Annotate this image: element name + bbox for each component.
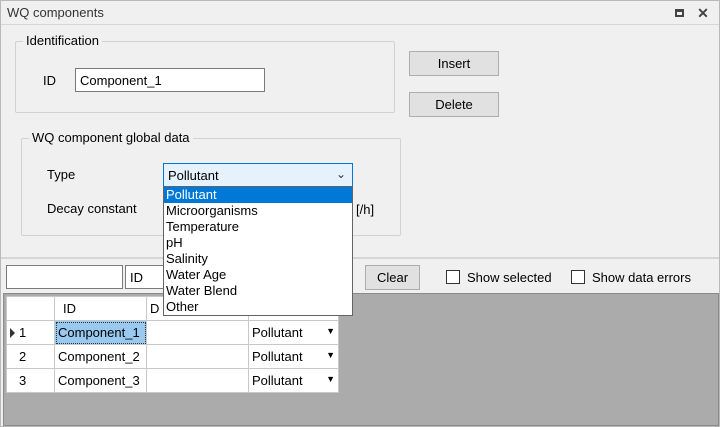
wq-components-window: WQ components ✕ Identification ID Insert…: [0, 0, 720, 427]
show-data-errors-checkbox[interactable]: [571, 270, 585, 284]
cell-id[interactable]: Component_3: [54, 368, 147, 393]
decay-constant-label: Decay constant: [47, 201, 137, 216]
window-title: WQ components: [7, 5, 104, 20]
cell-decay[interactable]: [146, 344, 249, 369]
type-dropdown-list: Pollutant Microorganisms Temperature pH …: [163, 186, 353, 316]
grid-toolbar: ID Clear Show selected Show data errors: [1, 259, 719, 293]
cell-type-value: Pollutant: [252, 325, 303, 340]
type-option[interactable]: pH: [164, 235, 352, 251]
type-option[interactable]: Temperature: [164, 219, 352, 235]
type-option[interactable]: Microorganisms: [164, 203, 352, 219]
id-label: ID: [43, 73, 56, 88]
cell-type[interactable]: Pollutant ▼: [248, 368, 339, 393]
row-header[interactable]: 1: [6, 320, 55, 345]
decay-unit-label: [/h]: [356, 202, 375, 217]
row-pointer-icon: [10, 327, 15, 338]
column-header-id[interactable]: ID: [54, 296, 147, 321]
type-label: Type: [47, 167, 76, 182]
cell-id[interactable]: Component_2: [54, 344, 147, 369]
type-option[interactable]: Other: [164, 299, 352, 315]
cell-type-value: Pollutant: [252, 373, 303, 388]
insert-button[interactable]: Insert: [409, 51, 499, 76]
delete-button[interactable]: Delete: [409, 92, 499, 117]
table-row[interactable]: 2 Component_2 Pollutant ▼: [6, 344, 339, 369]
show-selected-checkbox[interactable]: [446, 270, 460, 284]
cell-id[interactable]: Component_1: [54, 320, 147, 345]
row-number: 2: [19, 349, 27, 364]
type-select-value: Pollutant: [168, 168, 219, 183]
grid-corner-header: [6, 296, 55, 321]
type-option[interactable]: Water Age: [164, 267, 352, 283]
title-bar: WQ components ✕: [1, 1, 719, 25]
dropdown-arrow-icon[interactable]: ▼: [326, 350, 335, 360]
identification-legend: Identification: [23, 33, 102, 48]
close-button[interactable]: ✕: [694, 4, 712, 22]
row-number: 3: [19, 373, 27, 388]
dropdown-arrow-icon[interactable]: ▼: [326, 326, 335, 336]
id-field[interactable]: [75, 68, 265, 92]
dropdown-arrow-icon[interactable]: ▼: [326, 374, 335, 384]
table-row[interactable]: 1 Component_1 Pollutant ▼: [6, 320, 339, 345]
restore-button[interactable]: [670, 4, 688, 22]
cell-type[interactable]: Pollutant ▼: [248, 344, 339, 369]
table-row[interactable]: 3 Component_3 Pollutant ▼: [6, 368, 339, 393]
show-selected-label: Show selected: [467, 270, 552, 285]
show-data-errors-label: Show data errors: [592, 270, 691, 285]
type-option[interactable]: Salinity: [164, 251, 352, 267]
restore-icon: [674, 9, 684, 17]
row-number: 1: [19, 325, 27, 340]
type-option[interactable]: Pollutant: [164, 187, 352, 203]
cell-type[interactable]: Pollutant ▼: [248, 320, 339, 345]
grid-area: ID D 1 Component_1 Pollutant ▼ 2 Compone…: [3, 293, 719, 426]
close-icon: ✕: [697, 5, 709, 21]
row-header[interactable]: 3: [6, 368, 55, 393]
type-option[interactable]: Water Blend: [164, 283, 352, 299]
row-header[interactable]: 2: [6, 344, 55, 369]
chevron-down-icon: ⌄: [335, 167, 346, 181]
clear-button[interactable]: Clear: [365, 265, 420, 290]
cell-decay[interactable]: [146, 320, 249, 345]
type-select[interactable]: Pollutant ⌄: [163, 163, 353, 187]
cell-type-value: Pollutant: [252, 349, 303, 364]
global-data-legend: WQ component global data: [29, 130, 193, 145]
cell-decay[interactable]: [146, 368, 249, 393]
filter-input[interactable]: [6, 265, 123, 289]
